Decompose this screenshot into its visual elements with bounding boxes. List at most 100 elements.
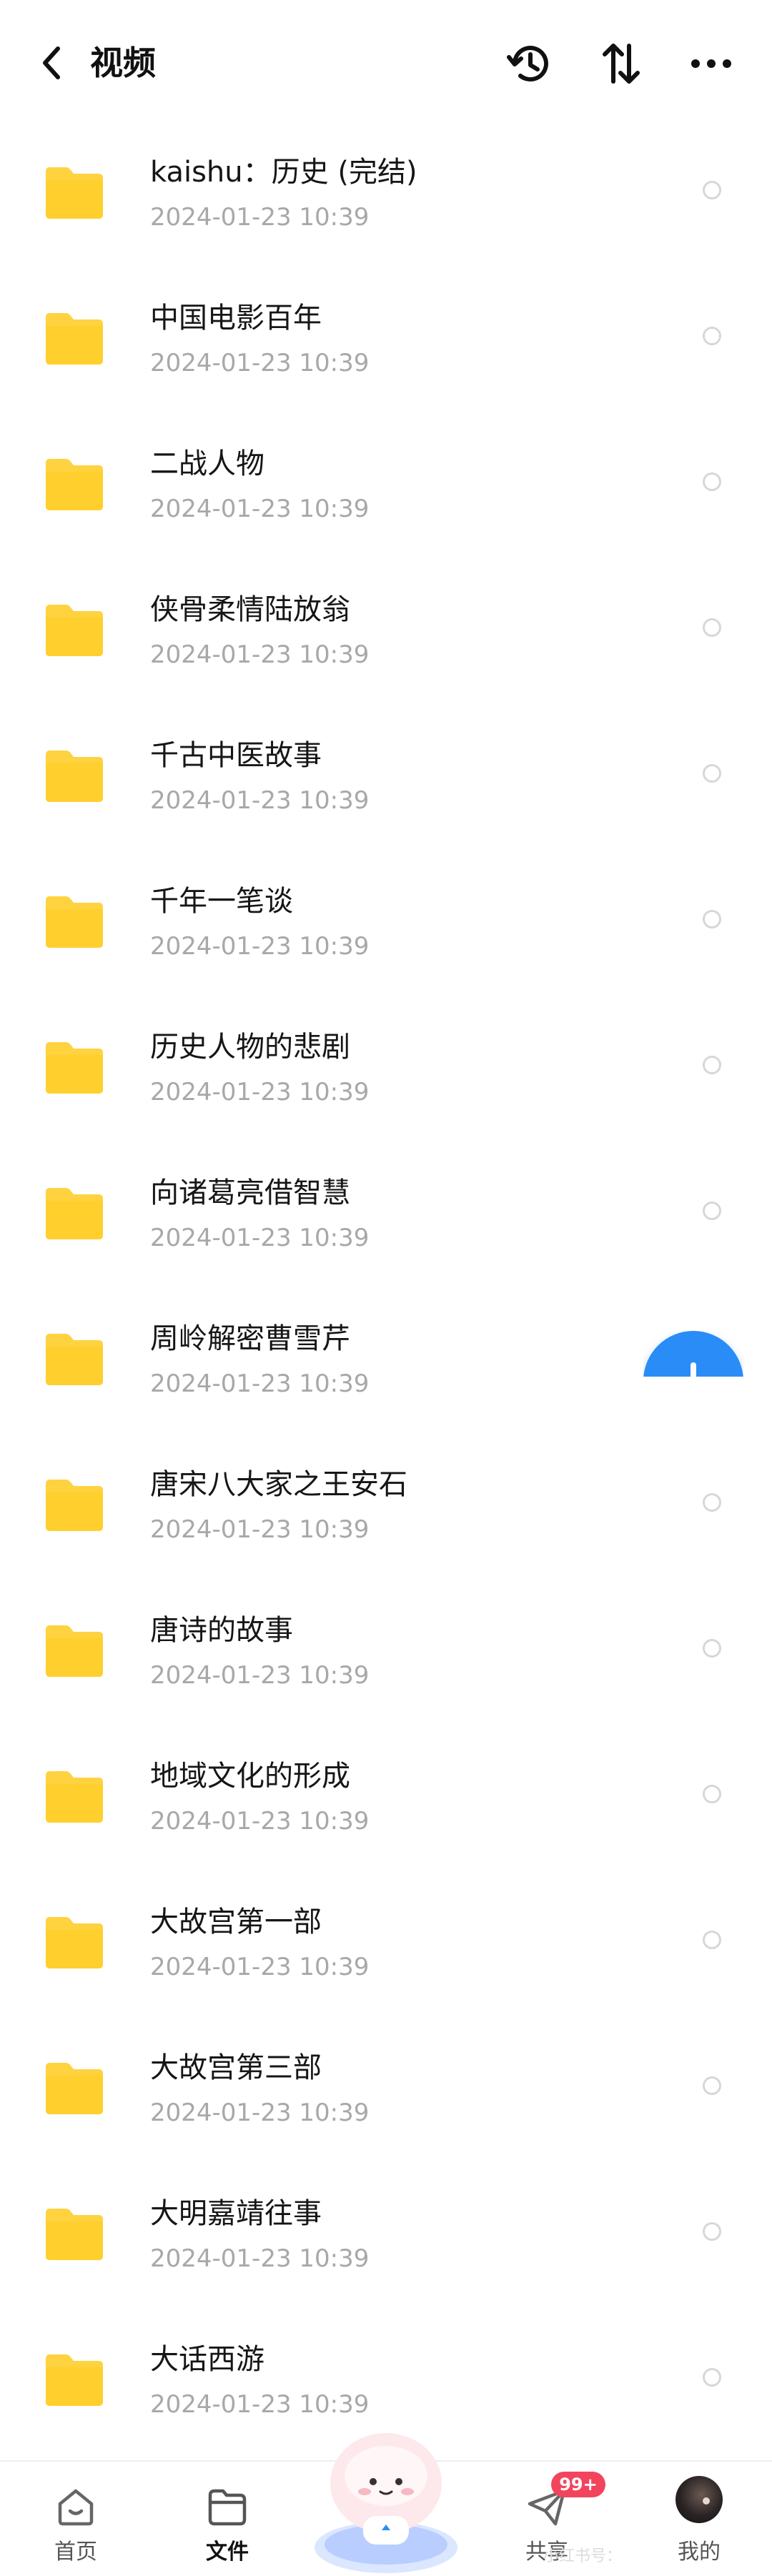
add-button[interactable] xyxy=(643,1331,743,1377)
file-name: 千年一笔谈 xyxy=(150,885,293,918)
home-icon-wrap xyxy=(51,2482,101,2532)
folder-icon xyxy=(46,605,103,656)
folder-icon xyxy=(46,2209,103,2260)
more-icon xyxy=(691,59,731,68)
file-date: 2024-01-23 10:39 xyxy=(150,786,370,815)
avatar xyxy=(676,2476,723,2523)
select-radio[interactable] xyxy=(703,2222,721,2241)
select-radio[interactable] xyxy=(703,327,721,345)
list-item[interactable]: 地域文化的形成 2024-01-23 10:39 xyxy=(0,1730,772,1876)
file-name: 地域文化的形成 xyxy=(150,1760,350,1793)
file-name: 大故宫第一部 xyxy=(150,1906,322,1938)
select-radio[interactable] xyxy=(703,472,721,491)
top-bar: 视频 xyxy=(0,0,772,126)
file-name: 大明嘉靖往事 xyxy=(150,2197,322,2230)
file-date: 2024-01-23 10:39 xyxy=(150,2244,370,2273)
list-item[interactable]: 千年一笔谈 2024-01-23 10:39 xyxy=(0,855,772,1001)
nav-label-me: 我的 xyxy=(678,2540,721,2565)
select-radio[interactable] xyxy=(703,618,721,637)
file-date: 2024-01-23 10:39 xyxy=(150,495,370,523)
folder-icon xyxy=(46,896,103,948)
list-item[interactable]: 千古中医故事 2024-01-23 10:39 xyxy=(0,709,772,855)
list-item[interactable]: 二战人物 2024-01-23 10:39 xyxy=(0,417,772,563)
file-date: 2024-01-23 10:39 xyxy=(150,932,370,961)
back-arrow-icon xyxy=(43,46,60,79)
select-radio[interactable] xyxy=(703,181,721,199)
folder-icon xyxy=(46,1917,103,1968)
avatar-highlight xyxy=(703,2497,710,2505)
list-item[interactable]: 中国电影百年 2024-01-23 10:39 xyxy=(0,272,772,417)
folder-icon xyxy=(46,750,103,802)
file-date: 2024-01-23 10:39 xyxy=(150,2099,370,2127)
nav-label-files: 文件 xyxy=(206,2540,249,2565)
nav-home[interactable]: 首页 xyxy=(26,2462,126,2576)
sort-icon xyxy=(603,44,640,84)
history-icon xyxy=(507,46,548,82)
select-radio[interactable] xyxy=(703,2076,721,2095)
select-radio[interactable] xyxy=(703,2368,721,2387)
file-name: 大故宫第三部 xyxy=(150,2051,322,2084)
watermark-text: 小红书号： xyxy=(543,2547,623,2565)
file-date: 2024-01-23 10:39 xyxy=(150,1953,370,1981)
back-button[interactable] xyxy=(33,40,70,86)
list-item[interactable]: 唐宋八大家之王安石 2024-01-23 10:39 xyxy=(0,1438,772,1584)
file-date: 2024-01-23 10:39 xyxy=(150,1224,370,1252)
file-date: 2024-01-23 10:39 xyxy=(150,1078,370,1106)
file-name: 二战人物 xyxy=(150,447,264,480)
plus-icon xyxy=(691,1362,696,1377)
select-radio[interactable] xyxy=(703,910,721,928)
file-date: 2024-01-23 10:39 xyxy=(150,349,370,377)
home-icon xyxy=(58,2489,94,2526)
select-radio[interactable] xyxy=(703,1639,721,1658)
file-date: 2024-01-23 10:39 xyxy=(150,203,370,232)
folder-nav-icon-wrap xyxy=(202,2482,252,2532)
more-button[interactable] xyxy=(685,37,738,90)
select-radio[interactable] xyxy=(703,1202,721,1220)
nav-files[interactable]: 文件 xyxy=(177,2462,277,2576)
select-radio[interactable] xyxy=(703,764,721,783)
file-date: 2024-01-23 10:39 xyxy=(150,2390,370,2419)
file-name: 千古中医故事 xyxy=(150,739,322,772)
nav-label-home: 首页 xyxy=(54,2540,97,2565)
file-name: 大话西游 xyxy=(150,2343,264,2376)
list-item[interactable]: 大明嘉靖往事 2024-01-23 10:39 xyxy=(0,2167,772,2313)
file-date: 2024-01-23 10:39 xyxy=(150,640,370,669)
file-name: 向诸葛亮借智慧 xyxy=(150,1176,350,1209)
folder-icon xyxy=(46,1480,103,1531)
file-list: kaishu：历史 (完结) 2024-01-23 10:39 中国电影百年 2… xyxy=(0,126,772,2459)
folder-icon xyxy=(208,2489,247,2526)
file-name: 侠骨柔情陆放翁 xyxy=(150,593,350,626)
nav-me[interactable]: 我的 xyxy=(649,2462,749,2576)
file-name: 历史人物的悲剧 xyxy=(150,1031,350,1064)
folder-icon xyxy=(46,1042,103,1094)
folder-icon xyxy=(46,313,103,365)
list-item[interactable]: 向诸葛亮借智慧 2024-01-23 10:39 xyxy=(0,1146,772,1292)
file-date: 2024-01-23 10:39 xyxy=(150,1807,370,1836)
select-radio[interactable] xyxy=(703,1785,721,1803)
folder-icon xyxy=(46,459,103,510)
page-title: 视频 xyxy=(90,44,156,82)
file-name: 唐宋八大家之王安石 xyxy=(150,1468,407,1501)
list-item[interactable]: 侠骨柔情陆放翁 2024-01-23 10:39 xyxy=(0,563,772,709)
list-item[interactable]: 唐诗的故事 2024-01-23 10:39 xyxy=(0,1584,772,1730)
select-radio[interactable] xyxy=(703,1493,721,1512)
folder-icon xyxy=(46,2354,103,2406)
list-item[interactable]: 历史人物的悲剧 2024-01-23 10:39 xyxy=(0,1001,772,1146)
file-name: 周岭解密曹雪芹 xyxy=(150,1322,350,1355)
sort-button[interactable] xyxy=(595,37,648,90)
list-item[interactable]: 大故宫第一部 2024-01-23 10:39 xyxy=(0,1876,772,2021)
folder-icon xyxy=(46,1771,103,1823)
folder-icon xyxy=(46,1625,103,1677)
list-item[interactable]: kaishu：历史 (完结) 2024-01-23 10:39 xyxy=(0,126,772,272)
file-date: 2024-01-23 10:39 xyxy=(150,1661,370,1690)
list-item[interactable]: 大故宫第三部 2024-01-23 10:39 xyxy=(0,2021,772,2167)
select-radio[interactable] xyxy=(703,1056,721,1074)
mascot-icon[interactable] xyxy=(307,2422,465,2575)
notification-badge: 99+ xyxy=(551,2472,605,2497)
history-button[interactable] xyxy=(503,37,556,90)
file-date: 2024-01-23 10:39 xyxy=(150,1369,370,1398)
folder-icon xyxy=(46,1188,103,1239)
select-radio[interactable] xyxy=(703,1931,721,1949)
folder-icon xyxy=(46,2063,103,2114)
file-date: 2024-01-23 10:39 xyxy=(150,1515,370,1544)
